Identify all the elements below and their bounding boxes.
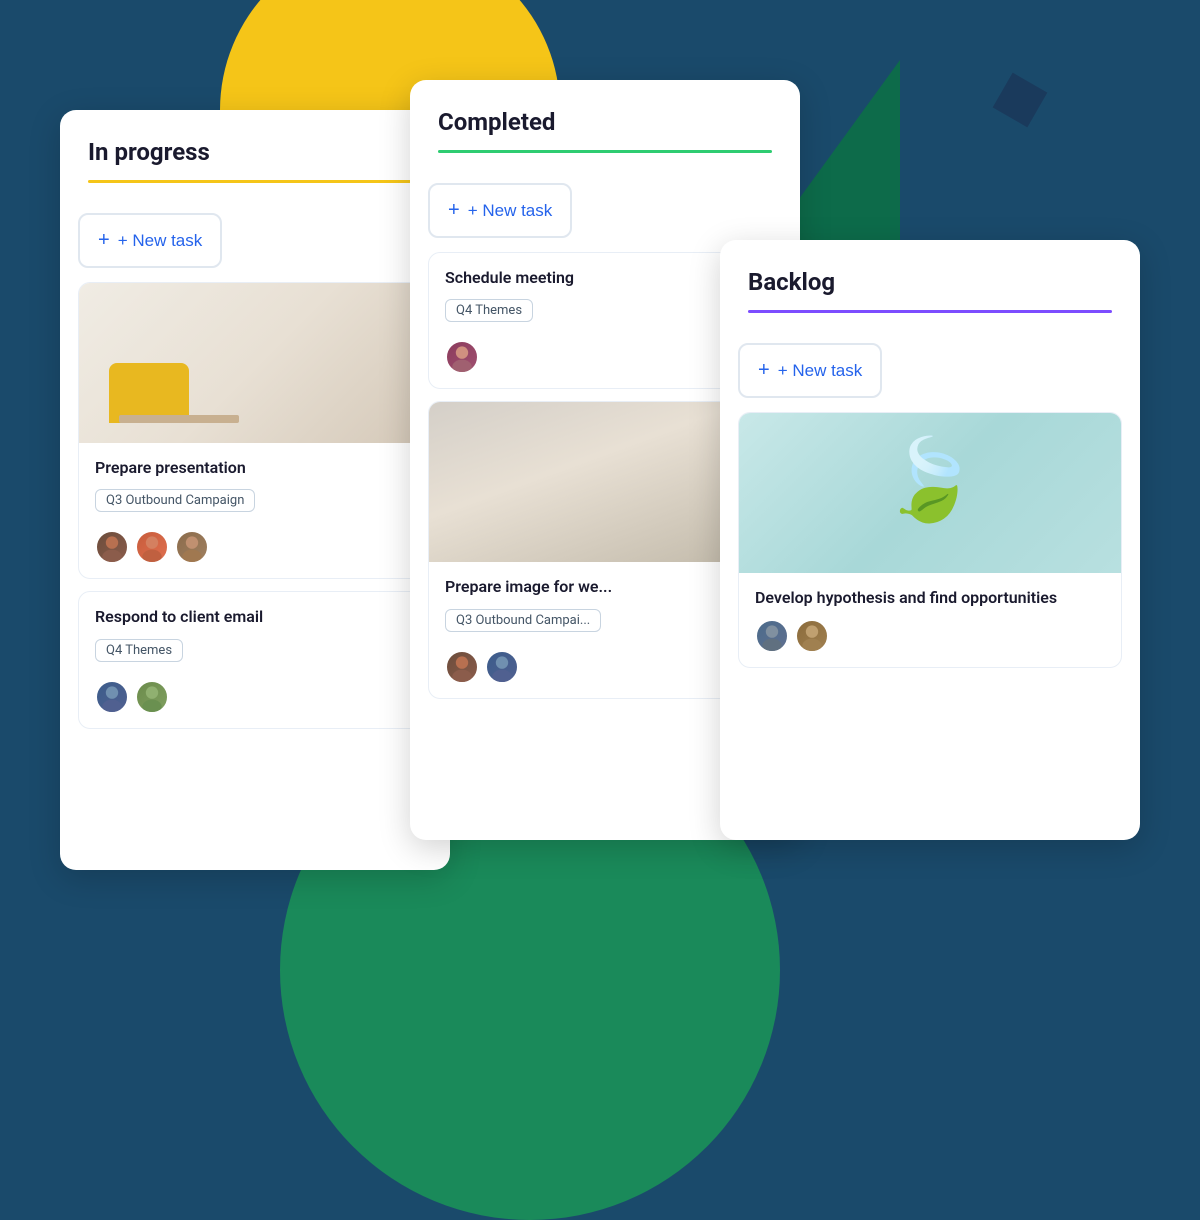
in-progress-header: In progress [60, 110, 450, 199]
backlog-underline [748, 310, 1112, 313]
backlog-title: Backlog [748, 268, 1112, 296]
new-task-label: + New task [468, 201, 553, 221]
cards-container: In progress + + New task Prepare present… [40, 80, 1160, 1040]
task-tag: Q3 Outbound Campai... [445, 609, 601, 632]
completed-title: Completed [438, 108, 772, 136]
in-progress-new-task-button[interactable]: + + New task [78, 213, 222, 268]
avatar-6 [445, 340, 479, 374]
avatar-1 [445, 650, 479, 684]
backlog-header: Backlog [720, 240, 1140, 329]
task-tag: Q3 Outbound Campaign [95, 489, 255, 512]
task-body: Develop hypothesis and find opportunitie… [739, 573, 1121, 667]
task-title: Prepare image for we... [445, 576, 765, 598]
avatar-4 [95, 680, 129, 714]
plus-icon: + [98, 229, 110, 252]
avatar-1 [95, 530, 129, 564]
task-respond-email[interactable]: Respond to client email Q4 Themes [78, 591, 432, 728]
in-progress-underline [88, 180, 422, 183]
completed-new-task-button[interactable]: + + New task [428, 183, 572, 238]
task-title: Schedule meeting [445, 267, 765, 289]
new-task-label: + New task [778, 361, 863, 381]
task-tag: Q4 Themes [95, 639, 183, 662]
task-avatars [445, 340, 765, 374]
task-develop-hypothesis[interactable]: Develop hypothesis and find opportunitie… [738, 412, 1122, 668]
new-task-label: + New task [118, 231, 203, 251]
task-avatars [445, 650, 765, 684]
task-avatars [755, 619, 1105, 653]
task-tag: Q4 Themes [445, 299, 533, 322]
backlog-tasks: Develop hypothesis and find opportunitie… [720, 412, 1140, 686]
in-progress-tasks: Prepare presentation Q3 Outbound Campaig… [60, 282, 450, 747]
in-progress-column: In progress + + New task Prepare present… [60, 110, 450, 870]
avatar-2 [135, 530, 169, 564]
task-image-desk [79, 283, 431, 443]
in-progress-title: In progress [88, 138, 422, 166]
task-image-leaf [739, 413, 1121, 573]
avatar-7 [755, 619, 789, 653]
task-title: Respond to client email [95, 606, 415, 628]
backlog-new-task-button[interactable]: + + New task [738, 343, 882, 398]
avatar-8 [795, 619, 829, 653]
backlog-column: Backlog + + New task Develop hypothesis … [720, 240, 1140, 840]
task-avatars [95, 530, 415, 564]
task-avatars [95, 680, 415, 714]
completed-underline [438, 150, 772, 153]
task-title: Develop hypothesis and find opportunitie… [755, 587, 1105, 609]
avatar-5 [135, 680, 169, 714]
task-title: Prepare presentation [95, 457, 415, 479]
task-body: Prepare presentation Q3 Outbound Campaig… [79, 443, 431, 578]
avatar-3 [175, 530, 209, 564]
plus-icon: + [758, 359, 770, 382]
avatar-4 [485, 650, 519, 684]
plus-icon: + [448, 199, 460, 222]
completed-header: Completed [410, 80, 800, 169]
task-prepare-presentation[interactable]: Prepare presentation Q3 Outbound Campaig… [78, 282, 432, 579]
